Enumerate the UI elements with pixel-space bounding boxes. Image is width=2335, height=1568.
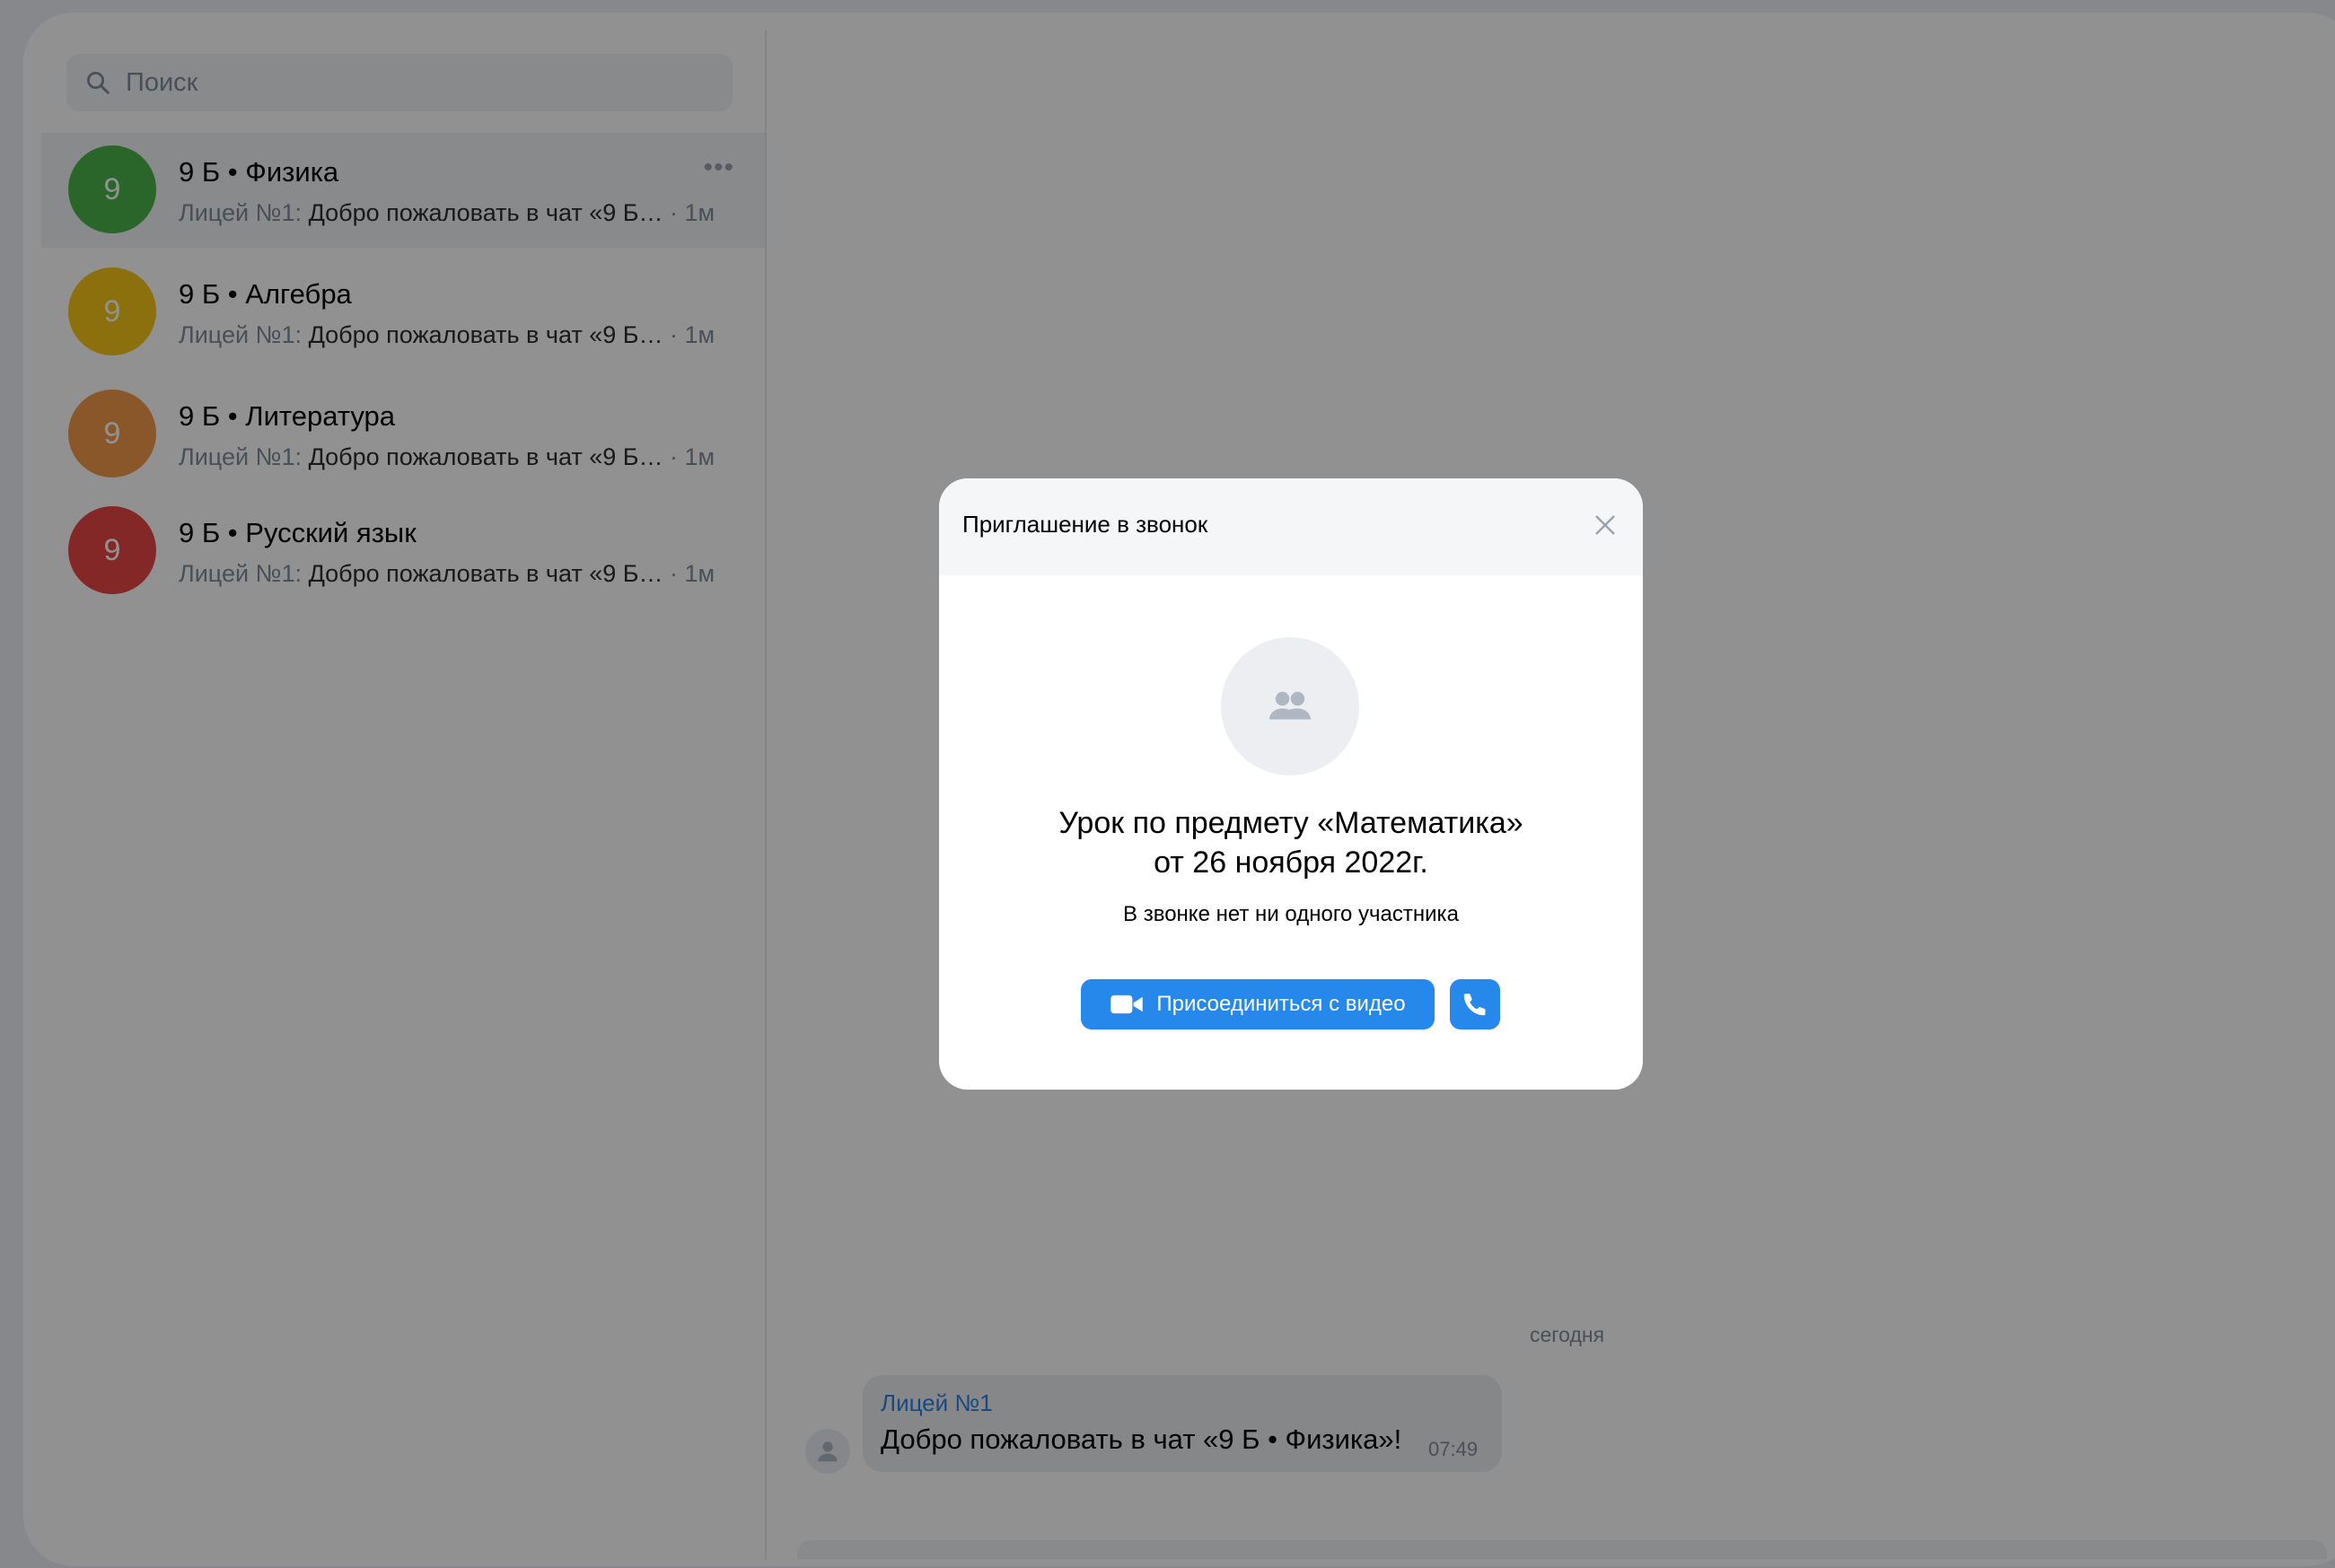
- chat-title: 9 Б • Литература: [179, 400, 396, 432]
- search-input[interactable]: [124, 66, 702, 99]
- chat-preview-time: · 1м: [670, 321, 715, 348]
- call-title-line2: от 26 ноября 2022г.: [1154, 845, 1428, 880]
- chat-preview-text: Добро пожаловать в чат «9 Б…: [308, 199, 663, 226]
- call-participants-text: В звонке нет ни одного участника: [1123, 902, 1459, 926]
- chat-item-literatura[interactable]: 9 9 Б • Литература Лицей №1: Добро пожал…: [41, 377, 765, 492]
- chat-title: 9 Б • Русский язык: [179, 517, 417, 548]
- chat-item-russkiy[interactable]: 9 9 Б • Русский язык Лицей №1: Добро пож…: [41, 494, 765, 609]
- modal-header: Приглашение в звонок: [939, 478, 1643, 575]
- message-text: Добро пожаловать в чат «9 Б • Физика»!: [881, 1423, 1402, 1455]
- chat-list-sidebar: 9 9 Б • Физика Лицей №1: Добро пожаловат…: [41, 31, 767, 1559]
- join-audio-button[interactable]: [1450, 979, 1500, 1029]
- chat-preview-text: Добро пожаловать в чат «9 Б…: [308, 321, 663, 348]
- video-camera-icon: [1110, 994, 1144, 1014]
- date-separator: сегодня: [1530, 1323, 1605, 1346]
- more-icon[interactable]: •••: [703, 153, 734, 183]
- message-author[interactable]: Лицей №1: [881, 1389, 993, 1417]
- message-time: 07:49: [1428, 1438, 1479, 1460]
- chat-preview-sender: Лицей №1:: [179, 560, 303, 587]
- call-invite-modal: Приглашение в звонок Урок по предмету «М…: [939, 478, 1643, 1090]
- chat-preview-time: · 1м: [670, 560, 715, 587]
- chat-title: 9 Б • Алгебра: [179, 278, 352, 310]
- chat-avatar: 9: [68, 145, 156, 233]
- chat-item-algebra[interactable]: 9 9 Б • Алгебра Лицей №1: Добро пожалова…: [41, 255, 765, 370]
- join-with-video-button[interactable]: Присоединиться с видео: [1081, 979, 1435, 1029]
- chat-preview-text: Добро пожаловать в чат «9 Б…: [308, 443, 663, 470]
- chat-preview: Лицей №1: Добро пожаловать в чат «9 Б… ·…: [179, 199, 715, 227]
- message-composer[interactable]: [797, 1540, 2327, 1559]
- chat-item-fizika[interactable]: 9 9 Б • Физика Лицей №1: Добро пожаловат…: [41, 133, 765, 248]
- group-icon: [1221, 637, 1359, 775]
- search-icon: [87, 72, 110, 94]
- chat-preview-sender: Лицей №1:: [179, 321, 303, 348]
- chat-preview: Лицей №1: Добро пожаловать в чат «9 Б… ·…: [179, 443, 715, 471]
- call-title: Урок по предмету «Математика» от 26 нояб…: [939, 803, 1643, 882]
- chat-preview-time: · 1м: [670, 443, 715, 470]
- chat-avatar: 9: [68, 506, 156, 594]
- phone-icon: [1463, 994, 1486, 1016]
- modal-title: Приглашение в звонок: [962, 511, 1208, 538]
- chat-preview-sender: Лицей №1:: [179, 443, 303, 470]
- chat-preview-time: · 1м: [670, 199, 715, 226]
- message-bubble[interactable]: Лицей №1 Добро пожаловать в чат «9 Б • Ф…: [863, 1375, 1502, 1472]
- call-title-line1: Урок по предмету «Математика»: [1058, 806, 1523, 840]
- chat-preview-text: Добро пожаловать в чат «9 Б…: [308, 560, 663, 587]
- chat-title: 9 Б • Физика: [179, 156, 339, 188]
- chat-preview: Лицей №1: Добро пожаловать в чат «9 Б… ·…: [179, 560, 715, 588]
- chat-avatar: 9: [68, 390, 156, 477]
- chat-preview: Лицей №1: Добро пожаловать в чат «9 Б… ·…: [179, 321, 715, 349]
- search-box[interactable]: [66, 54, 733, 111]
- join-with-video-label: Присоединиться с видео: [1156, 992, 1406, 1016]
- chat-preview-sender: Лицей №1:: [179, 199, 303, 226]
- user-icon: [805, 1429, 850, 1474]
- chat-avatar: 9: [68, 267, 156, 355]
- close-icon[interactable]: [1585, 505, 1625, 545]
